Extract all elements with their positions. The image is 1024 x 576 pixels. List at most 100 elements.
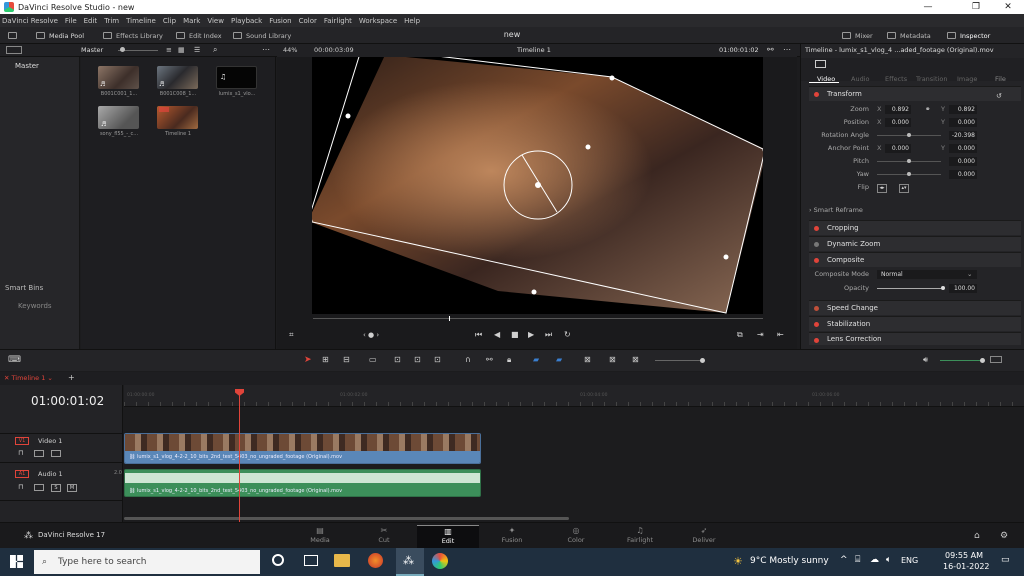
menu-item-fusion[interactable]: Fusion [269, 17, 291, 25]
onedrive-icon[interactable]: ☁ [870, 555, 879, 565]
link-icon[interactable]: ⚯ [767, 45, 774, 54]
anchor-point-handle[interactable] [535, 182, 541, 188]
menu-item-playback[interactable]: Playback [231, 17, 262, 25]
grid-view-icon[interactable]: ▦ [178, 46, 185, 54]
transform-section-header[interactable]: Transform [809, 86, 1021, 101]
next-edit-icon[interactable]: ⇥ [757, 330, 764, 339]
home-icon[interactable]: ⌂ [974, 531, 980, 541]
flip-vertical-icon[interactable]: ▴▾ [899, 184, 909, 193]
reset-icon[interactable]: ↺ [996, 92, 1002, 100]
firefox-icon[interactable] [368, 553, 383, 568]
flag-icon[interactable]: ▰ [533, 355, 539, 364]
clip-thumbnail-3[interactable]: ♫ [216, 66, 257, 89]
volume-icon[interactable]: 🔈︎ [886, 555, 891, 565]
paint-app-icon[interactable] [432, 553, 448, 569]
blade-tool-icon[interactable]: ▭ [369, 355, 377, 364]
play-reverse-icon[interactable]: ◀ [494, 330, 500, 339]
enable-toggle-icon[interactable] [814, 226, 819, 231]
clock-date[interactable]: 16-01-2022 [943, 562, 990, 571]
edge-handle-bottom[interactable] [531, 289, 537, 295]
opacity-field[interactable]: 100.00 [949, 284, 977, 293]
overwrite-clip-icon[interactable]: ⊡ [414, 355, 421, 364]
smart-bin-keywords[interactable]: Keywords [18, 302, 52, 310]
effects-library-button[interactable]: Effects Library [103, 30, 163, 41]
lens-correction-section-header[interactable]: Lens Correction [809, 332, 1021, 345]
tray-chevron-icon[interactable]: ^ [840, 555, 848, 565]
go-to-end-icon[interactable]: ⏭ [545, 330, 552, 340]
flip-horizontal-icon[interactable]: ◂▸ [877, 184, 887, 193]
minimize-button[interactable]: — [914, 0, 942, 14]
scrubber-bar[interactable] [313, 318, 763, 319]
enable-toggle-icon[interactable] [814, 306, 819, 311]
video-clip[interactable]: ⛓ lumix_s1_vlog_4-2-2_10_bits_2nd_test_5… [124, 433, 481, 464]
dim-button[interactable] [990, 356, 1002, 363]
clip-thumbnail-2[interactable]: ♬ [157, 66, 198, 89]
mute-button[interactable]: M [67, 484, 77, 492]
page-media[interactable]: ▤ Media [289, 525, 351, 549]
match-frame-icon[interactable]: ⧉ [737, 330, 743, 340]
opacity-slider-knob[interactable] [941, 286, 945, 290]
rotation-slider-knob[interactable] [907, 133, 911, 137]
pitch-slider-knob[interactable] [907, 159, 911, 163]
more-options-icon[interactable]: ⋯ [783, 45, 791, 54]
keyboard-icon[interactable]: ⌨ [8, 355, 21, 365]
timeline-tab[interactable]: ✕ Timeline 1 ⌄ [4, 374, 53, 382]
volume-slider[interactable] [940, 360, 982, 361]
tab-file[interactable]: File [995, 75, 1006, 83]
clip-thumbnail-4[interactable]: ♬ [98, 106, 139, 129]
weather-text[interactable]: 9°C Mostly sunny [750, 556, 829, 566]
insert-clip-icon[interactable]: ⊡ [394, 355, 401, 364]
composite-section-header[interactable]: Composite [809, 252, 1021, 267]
timeline-zoom-slider[interactable] [655, 360, 705, 361]
menu-item-clip[interactable]: Clip [163, 17, 176, 25]
v1-destination-badge[interactable]: V1 [15, 437, 29, 445]
yaw-slider-knob[interactable] [907, 172, 911, 176]
timeline-horizontal-scrollbar[interactable] [124, 517, 569, 520]
link-icon[interactable]: ⚭ [925, 105, 930, 113]
enable-toggle-icon[interactable] [814, 338, 819, 343]
trim-tool-icon[interactable]: ⊞ [322, 355, 329, 364]
auto-select-icon[interactable] [34, 450, 44, 457]
corner-handle-top[interactable] [609, 75, 615, 81]
selection-tool-icon[interactable]: ➤ [304, 355, 312, 365]
page-color[interactable]: ◎ Color [545, 525, 607, 549]
a1-destination-badge[interactable]: A1 [15, 470, 29, 478]
inspector-button[interactable]: Inspector [947, 30, 990, 41]
jog-control[interactable]: ‹ ● › [363, 331, 379, 339]
notifications-icon[interactable]: ▭ [1001, 555, 1010, 565]
composite-mode-select[interactable]: Normal [877, 270, 977, 279]
edge-handle-center[interactable] [585, 144, 591, 150]
opacity-slider[interactable] [877, 288, 941, 289]
loop-icon[interactable]: ↻ [564, 330, 571, 339]
zoom-y-field[interactable]: 0.892 [949, 105, 977, 114]
more-options-icon[interactable]: ⋯ [262, 45, 270, 54]
tab-audio[interactable]: Audio [851, 75, 869, 83]
zoom-slider-knob[interactable] [700, 358, 705, 363]
maximize-button[interactable]: ❐ [962, 0, 990, 14]
zoom-level[interactable]: 44% [283, 46, 297, 54]
menu-item-file[interactable]: File [65, 17, 77, 25]
disable-track-icon[interactable] [51, 450, 61, 457]
mixer-button[interactable]: Mixer [842, 30, 873, 41]
menu-item-trim[interactable]: Trim [104, 17, 119, 25]
timeline-ruler[interactable]: 01:00:00:00 01:00:02:00 01:00:04:00 01:0… [124, 385, 1024, 407]
stabilization-section-header[interactable]: Stabilization [809, 316, 1021, 331]
menu-item-mark[interactable]: Mark [183, 17, 200, 25]
stop-icon[interactable]: ■ [511, 330, 519, 339]
lock-icon[interactable]: ⊓ [18, 449, 23, 457]
list-view-icon[interactable]: ≡ [166, 46, 172, 54]
menu-item-davinci[interactable]: DaVinci Resolve [2, 17, 58, 25]
yaw-field[interactable]: 0.000 [949, 170, 977, 179]
page-edit[interactable]: ▥ Edit [417, 525, 479, 549]
edit-index-button[interactable]: Edit Index [176, 30, 222, 41]
menu-item-workspace[interactable]: Workspace [359, 17, 397, 25]
replace-clip-icon[interactable]: ⊡ [434, 355, 441, 364]
clip-thumbnail-1[interactable]: ♬ [98, 66, 139, 89]
sound-library-button[interactable]: Sound Library [233, 30, 291, 41]
metadata-view-icon[interactable]: ☰ [194, 46, 200, 54]
add-timeline-icon[interactable]: + [68, 373, 75, 382]
davinci-taskbar-button[interactable]: ⁂ [396, 548, 424, 576]
go-to-start-icon[interactable]: ⏮ [475, 330, 482, 340]
viewer-canvas[interactable] [312, 57, 763, 314]
search-icon[interactable]: ⌕ [213, 45, 217, 55]
